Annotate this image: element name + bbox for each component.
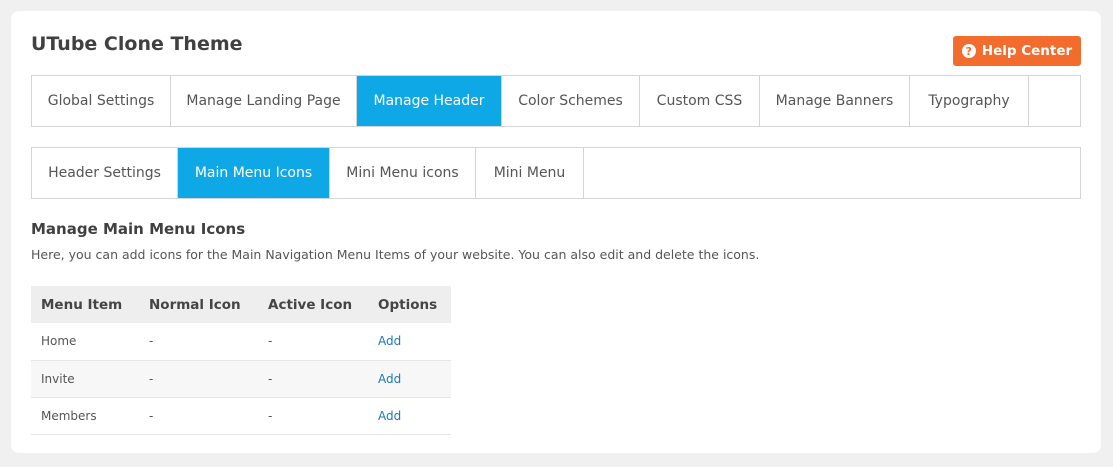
add-icon-link[interactable]: Add — [378, 372, 401, 386]
menu-item-name: Invite — [31, 360, 139, 398]
section-description: Here, you can add icons for the Main Nav… — [31, 247, 760, 262]
table-row: Invite - - Add — [31, 360, 451, 398]
table-row: Members - - Add — [31, 397, 451, 435]
tab-manage-banners[interactable]: Manage Banners — [760, 76, 910, 126]
column-header-menu-item: Menu Item — [31, 286, 139, 323]
settings-panel: UTube Clone Theme ? Help Center Global S… — [11, 11, 1101, 453]
main-tabs: Global Settings Manage Landing Page Mana… — [31, 75, 1081, 127]
help-center-label: Help Center — [981, 43, 1073, 59]
active-icon-cell: - — [258, 360, 368, 398]
add-icon-link[interactable]: Add — [378, 409, 401, 423]
sub-tabs: Header Settings Main Menu Icons Mini Men… — [31, 147, 1081, 199]
question-circle-icon: ? — [961, 44, 976, 58]
menu-icons-table: Menu Item Normal Icon Active Icon Option… — [31, 286, 451, 435]
tab-color-schemes[interactable]: Color Schemes — [502, 76, 640, 126]
tab-custom-css[interactable]: Custom CSS — [640, 76, 760, 126]
help-center-button[interactable]: ? Help Center — [953, 36, 1081, 66]
column-header-active-icon: Active Icon — [258, 286, 368, 323]
add-icon-link[interactable]: Add — [378, 334, 401, 348]
table-row: Home - - Add — [31, 323, 451, 361]
tab-typography[interactable]: Typography — [910, 76, 1029, 126]
menu-item-name: Members — [31, 397, 139, 435]
active-icon-cell: - — [258, 397, 368, 435]
page-title: UTube Clone Theme — [31, 33, 243, 55]
normal-icon-cell: - — [139, 323, 258, 361]
column-header-normal-icon: Normal Icon — [139, 286, 258, 323]
tab-mini-menu[interactable]: Mini Menu — [476, 148, 584, 198]
menu-item-name: Home — [31, 323, 139, 361]
tab-manage-header[interactable]: Manage Header — [357, 76, 502, 126]
active-icon-cell: - — [258, 323, 368, 361]
tab-manage-landing-page[interactable]: Manage Landing Page — [171, 76, 357, 126]
tab-mini-menu-icons[interactable]: Mini Menu icons — [330, 148, 476, 198]
normal-icon-cell: - — [139, 360, 258, 398]
section-title: Manage Main Menu Icons — [31, 220, 246, 238]
column-header-options: Options — [368, 286, 451, 323]
tab-global-settings[interactable]: Global Settings — [32, 76, 171, 126]
tab-main-menu-icons[interactable]: Main Menu Icons — [178, 148, 330, 198]
tab-header-settings[interactable]: Header Settings — [32, 148, 178, 198]
table-header-row: Menu Item Normal Icon Active Icon Option… — [31, 286, 451, 323]
normal-icon-cell: - — [139, 397, 258, 435]
